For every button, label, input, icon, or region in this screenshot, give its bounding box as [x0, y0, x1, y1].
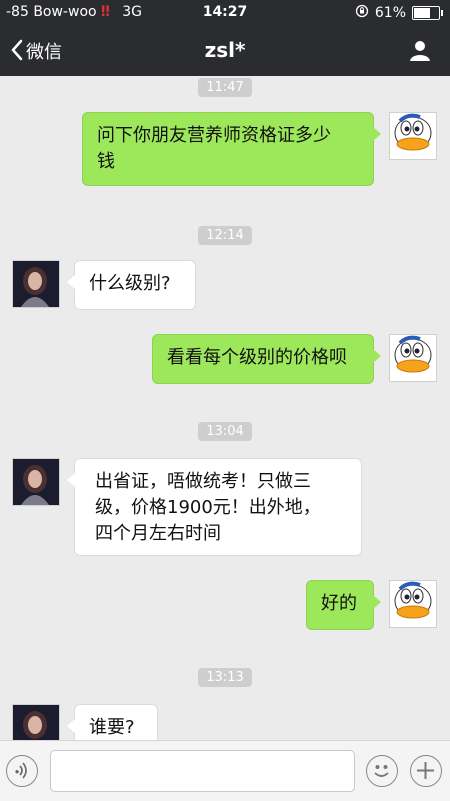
my-avatar[interactable]	[389, 112, 437, 160]
timestamp: 12:14	[0, 224, 450, 245]
received-message-bubble[interactable]: 什么级别?	[67, 260, 196, 310]
timestamp: 13:13	[0, 666, 450, 687]
person-icon[interactable]	[408, 38, 432, 66]
message-line: 问下你朋友营养师资格证多少	[97, 125, 331, 146]
message-input[interactable]	[50, 750, 355, 792]
contact-avatar[interactable]	[12, 458, 60, 506]
my-avatar[interactable]	[389, 580, 437, 628]
status-bar: -85 Bow-woo ‼ 3G 14:27 61%	[0, 0, 450, 26]
received-message-bubble[interactable]: 出省证，唔做统考！只做三 级，价格1900元！出外地， 四个月左右时间	[67, 458, 362, 556]
message-line: 好的	[321, 593, 357, 614]
plus-icon[interactable]	[410, 755, 442, 787]
timestamp-text: 11:47	[198, 78, 252, 97]
message-line: 谁要?	[89, 717, 135, 738]
battery-icon	[412, 6, 443, 20]
contact-avatar[interactable]	[12, 704, 60, 740]
my-avatar[interactable]	[389, 334, 437, 382]
timestamp-text: 13:13	[198, 668, 252, 687]
timestamp-text: 12:14	[198, 226, 252, 245]
message-line: 出省证，唔做统考！只做三	[95, 471, 311, 492]
sent-message-bubble[interactable]: 好的	[306, 580, 381, 630]
message-line: 四个月左右时间	[95, 523, 221, 544]
message-line: 级，价格1900元！出外地，	[95, 497, 321, 518]
sent-message-bubble[interactable]: 看看每个级别的价格呗	[152, 334, 381, 384]
input-bar	[0, 740, 450, 801]
timestamp-text: 13:04	[198, 422, 252, 441]
voice-icon[interactable]	[6, 755, 38, 787]
received-message-bubble[interactable]: 谁要?	[67, 704, 158, 740]
chat-title: zsl*	[204, 38, 246, 62]
status-right: 61%	[355, 4, 443, 22]
message-line: 钱	[97, 151, 115, 172]
battery-percent: 61%	[374, 5, 406, 21]
timestamp: 13:04	[0, 420, 450, 441]
nav-bar: 微信 zsl*	[0, 26, 450, 76]
message-line: 看看每个级别的价格呗	[167, 347, 347, 368]
rotation-lock-icon	[355, 4, 369, 22]
chat-area[interactable]: 11:47 问下你朋友营养师资格证多少 钱 12:14 什么级别? 看看每个级别…	[0, 76, 450, 740]
message-line: 什么级别?	[89, 273, 171, 294]
sent-message-bubble[interactable]: 问下你朋友营养师资格证多少 钱	[82, 112, 381, 186]
emoji-icon[interactable]	[366, 755, 398, 787]
contact-avatar[interactable]	[12, 260, 60, 308]
timestamp: 11:47	[0, 76, 450, 97]
